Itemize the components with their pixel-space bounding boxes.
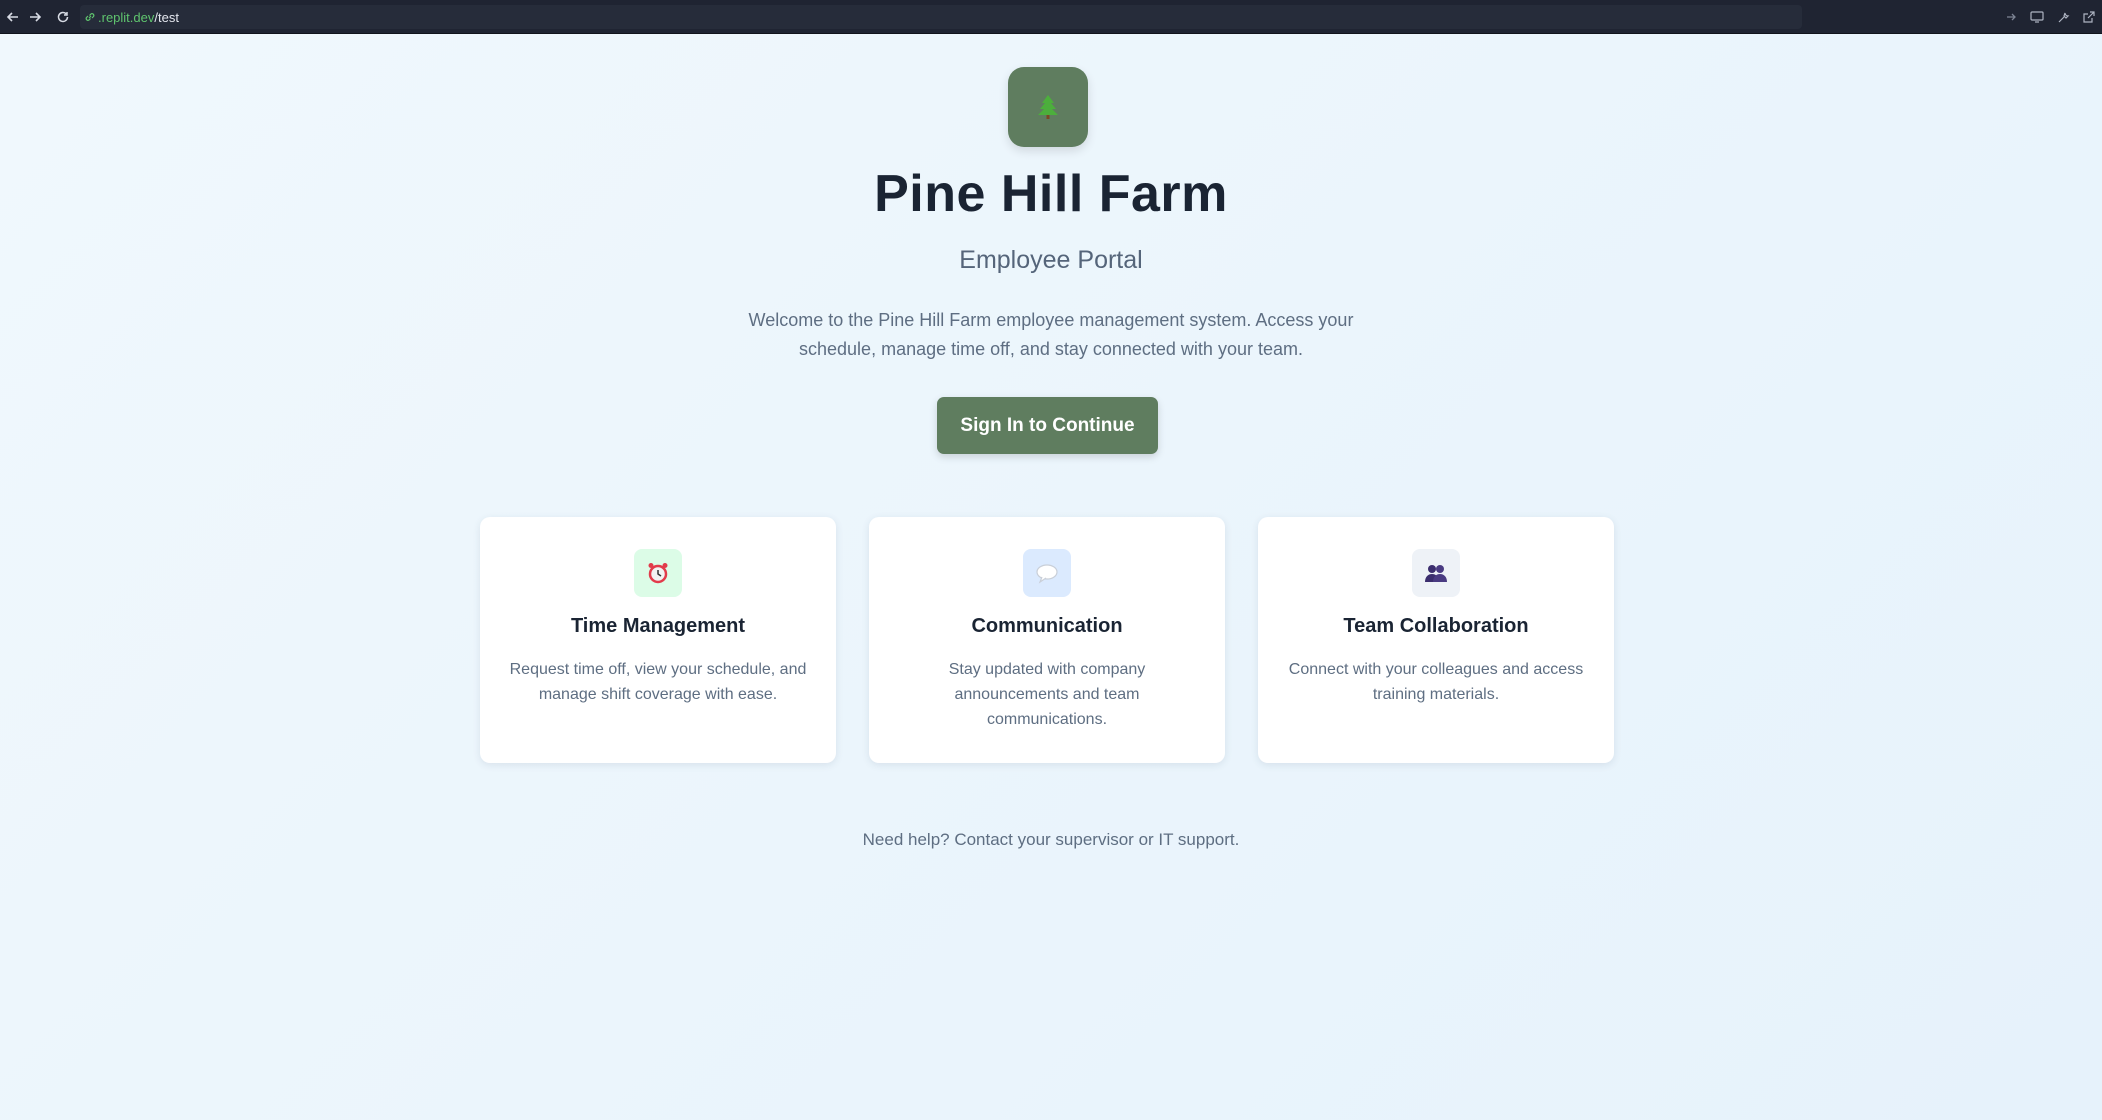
sign-in-button[interactable]: Sign In to Continue bbox=[937, 397, 1158, 454]
logo bbox=[1008, 67, 1088, 147]
open-new-tab-button[interactable] bbox=[2076, 5, 2102, 29]
go-button[interactable] bbox=[1998, 5, 2024, 29]
reload-button[interactable] bbox=[50, 4, 76, 30]
feature-icon-box bbox=[1412, 549, 1460, 597]
feature-title: Communication bbox=[971, 615, 1123, 637]
landing-page: Pine Hill Farm Employee Portal Welcome t… bbox=[0, 34, 2102, 1120]
browser-toolbar: .replit.dev/test bbox=[0, 0, 2102, 34]
url-path: /test bbox=[154, 9, 179, 25]
feature-title: Time Management bbox=[570, 615, 746, 637]
feature-card-time-management: Time Management Request time off, view y… bbox=[480, 517, 836, 763]
feature-card-communication: Communication Stay updated with company … bbox=[869, 517, 1225, 763]
page-subtitle: Employee Portal bbox=[959, 246, 1143, 274]
arrow-left-icon bbox=[6, 12, 18, 22]
team-icon bbox=[1425, 565, 1447, 582]
page-title: Pine Hill Farm bbox=[874, 165, 1228, 223]
link-icon bbox=[85, 13, 95, 21]
browser-actions bbox=[1998, 5, 2102, 29]
arrow-right-icon bbox=[30, 12, 42, 22]
feature-description: Request time off, view your schedule, an… bbox=[509, 661, 807, 703]
feature-description: Stay updated with company announcements … bbox=[948, 661, 1146, 728]
feature-card-team-collaboration: Team Collaboration Connect with your col… bbox=[1258, 517, 1614, 763]
devices-button[interactable] bbox=[2024, 5, 2050, 29]
feature-icon-box bbox=[1023, 549, 1071, 597]
forward-button[interactable] bbox=[22, 4, 48, 30]
help-text: Need help? Contact your supervisor or IT… bbox=[862, 830, 1240, 849]
alarm-clock-icon bbox=[648, 563, 668, 584]
devices-icon bbox=[2030, 11, 2044, 23]
tools-icon bbox=[2058, 12, 2069, 22]
feature-icon-box bbox=[634, 549, 682, 597]
reload-icon bbox=[57, 11, 69, 23]
pine-tree-icon bbox=[1038, 95, 1058, 119]
address-bar[interactable]: .replit.dev/test bbox=[80, 5, 1802, 29]
feature-description: Connect with your colleagues and access … bbox=[1288, 661, 1584, 703]
go-icon bbox=[2007, 13, 2016, 21]
intro-text: Welcome to the Pine Hill Farm employee m… bbox=[748, 310, 1354, 359]
url-domain: .replit.dev bbox=[98, 9, 155, 25]
external-link-icon bbox=[2083, 11, 2095, 23]
feature-title: Team Collaboration bbox=[1343, 615, 1529, 637]
speech-bubble-icon bbox=[1036, 564, 1058, 584]
tools-button[interactable] bbox=[2050, 5, 2076, 29]
